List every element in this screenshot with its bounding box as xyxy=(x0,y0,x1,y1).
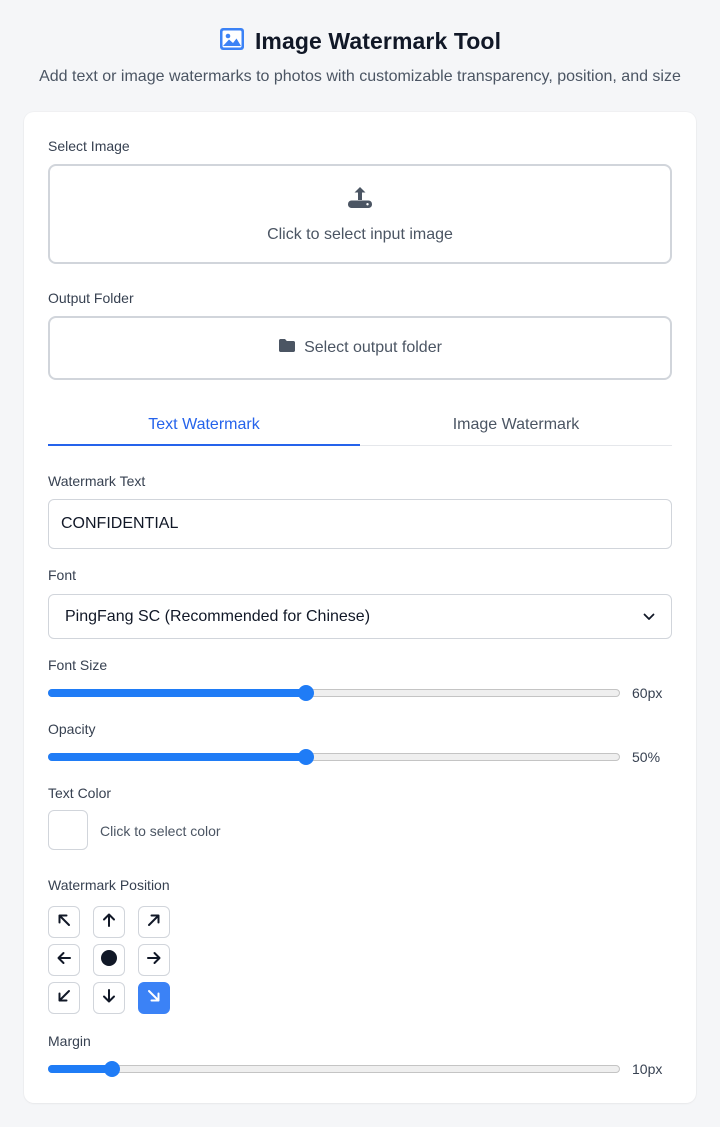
position-top-left-button[interactable] xyxy=(48,906,80,938)
font-size-slider-row: 60px xyxy=(48,683,672,703)
font-label: Font xyxy=(48,567,77,583)
margin-label: Margin xyxy=(48,1033,91,1049)
opacity-slider[interactable] xyxy=(48,749,620,765)
opacity-slider-row: 50% xyxy=(48,747,672,767)
margin-slider-thumb[interactable] xyxy=(103,1061,120,1077)
tab-text-watermark[interactable]: Text Watermark xyxy=(48,402,360,446)
opacity-value: 50% xyxy=(632,749,661,765)
output-folder-label: Output Folder xyxy=(48,290,134,306)
upload-icon xyxy=(347,185,373,214)
arrow-left-icon xyxy=(56,950,72,971)
margin-slider-fill xyxy=(48,1065,111,1073)
text-color-label: Text Color xyxy=(48,785,112,801)
opacity-slider-thumb[interactable] xyxy=(297,749,314,765)
text-color-prompt[interactable]: Click to select color xyxy=(100,823,221,839)
opacity-label: Opacity xyxy=(48,721,96,737)
arrow-down-right-icon xyxy=(146,988,162,1009)
arrow-down-left-icon xyxy=(56,988,72,1009)
select-output-folder-button[interactable]: Select output folder xyxy=(48,316,672,380)
position-bottom-right-button[interactable] xyxy=(138,982,170,1014)
margin-value: 10px xyxy=(632,1061,663,1077)
position-left-button[interactable] xyxy=(48,944,80,976)
watermark-position-label: Watermark Position xyxy=(48,877,170,893)
folder-icon xyxy=(278,338,296,358)
position-bottom-button[interactable] xyxy=(93,982,125,1014)
title-row: Image Watermark Tool xyxy=(0,26,720,56)
image-icon xyxy=(219,27,245,56)
position-bottom-left-button[interactable] xyxy=(48,982,80,1014)
arrow-up-icon xyxy=(101,912,117,933)
watermark-type-tabs: Text Watermark Image Watermark xyxy=(48,402,672,446)
font-size-slider-fill xyxy=(48,689,305,697)
margin-slider[interactable] xyxy=(48,1061,620,1077)
arrow-right-icon xyxy=(146,950,162,971)
select-image-prompt: Click to select input image xyxy=(267,225,453,243)
position-top-right-button[interactable] xyxy=(138,906,170,938)
page-subtitle: Add text or image watermarks to photos w… xyxy=(39,68,681,85)
center-dot-icon xyxy=(100,949,118,972)
watermark-form-card: Select Image Click to select input image… xyxy=(24,112,696,1103)
opacity-slider-fill xyxy=(48,753,305,761)
margin-slider-row: 10px xyxy=(48,1059,672,1079)
page-title: Image Watermark Tool xyxy=(254,27,502,54)
font-select[interactable]: PingFang SC (Recommended for Chinese) xyxy=(48,594,672,639)
watermark-text-label: Watermark Text xyxy=(48,473,146,489)
font-size-label: Font Size xyxy=(48,657,108,673)
chevron-down-icon xyxy=(643,608,655,626)
font-size-slider[interactable] xyxy=(48,685,620,701)
font-select-value: PingFang SC (Recommended for Chinese) xyxy=(65,607,371,625)
select-output-folder-label: Select output folder xyxy=(304,339,442,356)
arrow-down-icon xyxy=(101,988,117,1009)
select-image-label: Select Image xyxy=(48,138,130,154)
position-top-button[interactable] xyxy=(93,906,125,938)
arrow-up-right-icon xyxy=(146,912,162,933)
text-color-swatch[interactable] xyxy=(48,810,88,850)
watermark-position-grid xyxy=(48,906,170,1014)
tab-image-watermark[interactable]: Image Watermark xyxy=(360,402,672,445)
select-image-dropzone[interactable]: Click to select input image xyxy=(48,164,672,264)
header: Image Watermark Tool Add text or image w… xyxy=(0,0,720,86)
position-right-button[interactable] xyxy=(138,944,170,976)
font-size-value: 60px xyxy=(632,685,663,701)
arrow-up-left-icon xyxy=(56,912,72,933)
watermark-text-input[interactable] xyxy=(48,499,672,549)
position-center-button[interactable] xyxy=(93,944,125,976)
font-size-slider-thumb[interactable] xyxy=(297,685,314,701)
